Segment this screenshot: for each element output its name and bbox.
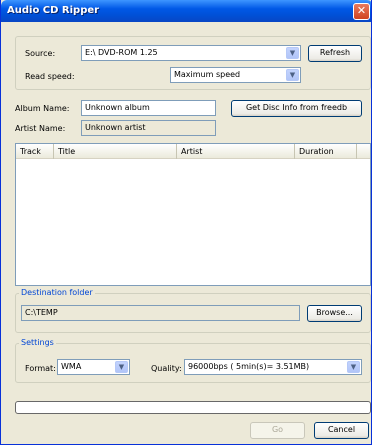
refresh-button[interactable]: Refresh [308, 45, 362, 62]
artist-name-label: Artist Name: [15, 124, 66, 133]
destination-path-field: C:\TEMP [21, 305, 300, 321]
read-speed-value: Maximum speed [174, 70, 241, 79]
source-dropdown[interactable]: E:\ DVD-ROM 1.25 ▼ [81, 45, 301, 61]
quality-value: 96000bps ( 5min(s)= 3.51MB) [188, 362, 310, 371]
cancel-button[interactable]: Cancel [314, 422, 369, 439]
close-icon[interactable]: ✕ [353, 3, 370, 20]
browse-button[interactable]: Browse... [307, 305, 362, 322]
album-name-label: Album Name: [15, 104, 70, 113]
format-dropdown[interactable]: WMA ▼ [57, 359, 130, 375]
track-list[interactable]: Track Title Artist Duration [15, 143, 371, 286]
destination-title: Destination folder [19, 288, 95, 297]
go-button[interactable]: Go [250, 422, 305, 439]
format-value: WMA [61, 362, 82, 371]
source-label: Source: [25, 49, 56, 58]
column-track[interactable]: Track [16, 144, 54, 159]
artist-name-field: Unknown artist [81, 120, 216, 136]
chevron-down-icon[interactable]: ▼ [286, 69, 299, 81]
read-speed-dropdown[interactable]: Maximum speed ▼ [170, 67, 301, 83]
window-title: Audio CD Ripper [7, 5, 100, 16]
chevron-down-icon[interactable]: ▼ [347, 361, 360, 373]
quality-label: Quality: [151, 364, 182, 373]
column-title[interactable]: Title [54, 144, 177, 159]
get-disc-info-button[interactable]: Get Disc Info from freedb [231, 100, 362, 117]
track-list-header: Track Title Artist Duration [16, 144, 370, 159]
read-speed-label: Read speed: [25, 72, 75, 81]
quality-dropdown[interactable]: 96000bps ( 5min(s)= 3.51MB) ▼ [184, 359, 362, 375]
chevron-down-icon[interactable]: ▼ [286, 47, 299, 59]
column-artist[interactable]: Artist [177, 144, 295, 159]
settings-title: Settings [19, 338, 56, 347]
audio-cd-ripper-window: Audio CD Ripper ✕ Source: E:\ DVD-ROM 1.… [0, 0, 372, 445]
title-bar[interactable]: Audio CD Ripper ✕ [1, 0, 371, 22]
chevron-down-icon[interactable]: ▼ [115, 361, 128, 373]
album-name-input[interactable]: Unknown album [81, 100, 216, 116]
source-value: E:\ DVD-ROM 1.25 [85, 48, 158, 57]
progress-bar [15, 401, 371, 414]
format-label: Format: [25, 364, 56, 373]
column-duration[interactable]: Duration [295, 144, 357, 159]
